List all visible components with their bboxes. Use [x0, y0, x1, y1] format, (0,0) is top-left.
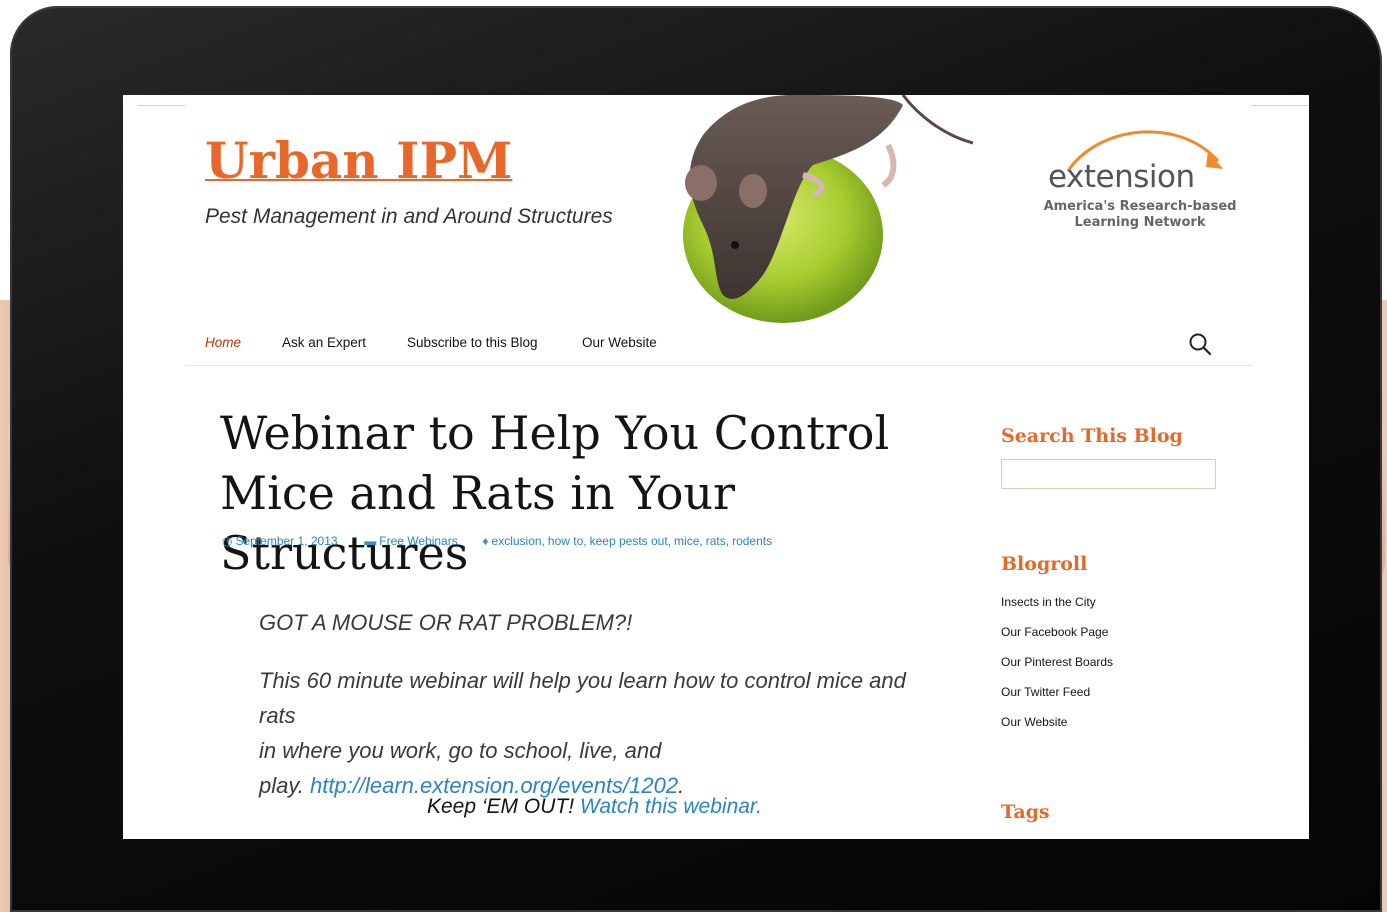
- post-category[interactable]: Free Webinars: [379, 534, 457, 548]
- header-rule-right: [1251, 105, 1309, 106]
- extension-logo[interactable]: extension America's Research-based Learn…: [1028, 121, 1258, 241]
- blogroll-link-facebook[interactable]: Our Facebook Page: [1001, 625, 1108, 639]
- nav-item-home[interactable]: Home: [205, 335, 241, 350]
- logo-tagline-line2: Learning Network: [1074, 215, 1206, 230]
- post-meta: ◷ September 1, 2013 ▬ Free Webinars ♦ exclu…: [222, 534, 773, 548]
- tag-link[interactable]: rats: [706, 534, 726, 548]
- blogroll-link-twitter[interactable]: Our Twitter Feed: [1001, 685, 1090, 699]
- post-title[interactable]: Webinar to Help You Control Mice and Rat…: [220, 403, 980, 583]
- tag-icon: ♦: [482, 534, 489, 548]
- keep-em-out-line: Keep ‘EM OUT! Watch this webinar.: [427, 795, 762, 819]
- site-description: Pest Management in and Around Structures: [205, 205, 613, 228]
- blogroll-title: Blogroll: [1001, 553, 1088, 575]
- tag-link[interactable]: how to: [548, 534, 583, 548]
- nav-item-our-website[interactable]: Our Website: [582, 335, 657, 350]
- tag-link[interactable]: exclusion: [492, 534, 542, 548]
- keep-em-out-text: Keep ‘EM OUT!: [427, 795, 575, 818]
- logo-tagline-line1: America's Research-based: [1043, 199, 1237, 214]
- site-title[interactable]: Urban IPM: [205, 131, 512, 190]
- blogroll-link-our-website[interactable]: Our Website: [1001, 715, 1067, 729]
- tag-link[interactable]: rodents: [732, 534, 772, 548]
- rat-on-apple-image: [683, 95, 974, 323]
- main-navigation: Home Ask an Expert Subscribe to this Blo…: [185, 323, 1251, 366]
- nav-item-subscribe[interactable]: Subscribe to this Blog: [407, 335, 538, 350]
- post-content: GOT A MOUSE OR RAT PROBLEM?! This 60 min…: [259, 605, 939, 803]
- tablet-bezel: Urban IPM Pest Management in and Around …: [10, 6, 1382, 912]
- tag-link[interactable]: keep pests out: [590, 534, 668, 548]
- post-date[interactable]: September 1, 2013: [235, 534, 337, 548]
- post-paragraph-prefix: play.: [259, 773, 304, 798]
- post-title-line1: Webinar to Help You Control: [220, 406, 890, 460]
- post-paragraph-line1: This 60 minute webinar will help you lea…: [259, 668, 906, 728]
- tablet-screen: Urban IPM Pest Management in and Around …: [123, 95, 1309, 839]
- nav-item-ask-an-expert[interactable]: Ask an Expert: [282, 335, 366, 350]
- logo-wordmark: extension: [1048, 159, 1195, 195]
- post-heading: GOT A MOUSE OR RAT PROBLEM?!: [259, 610, 633, 635]
- logo-tagline: America's Research-based Learning Networ…: [1028, 199, 1252, 231]
- search-widget-title: Search This Blog: [1001, 425, 1183, 447]
- tag-link[interactable]: mice: [674, 534, 699, 548]
- blogroll-link-insects-in-the-city[interactable]: Insects in the City: [1001, 595, 1096, 609]
- tags-widget-title: Tags: [1001, 801, 1050, 823]
- folder-icon: ▬: [364, 534, 377, 548]
- blogroll-link-pinterest[interactable]: Our Pinterest Boards: [1001, 655, 1113, 669]
- post-title-line2: Mice and Rats in Your Structures: [220, 466, 736, 580]
- clock-icon: ◷: [222, 534, 233, 548]
- blog-search-input[interactable]: [1001, 459, 1216, 489]
- post-paragraph-line2: in where you work, go to school, live, a…: [259, 738, 662, 763]
- search-icon[interactable]: [1187, 331, 1213, 357]
- watch-webinar-link[interactable]: Watch this webinar.: [580, 795, 762, 818]
- header-rule-left: [138, 105, 185, 106]
